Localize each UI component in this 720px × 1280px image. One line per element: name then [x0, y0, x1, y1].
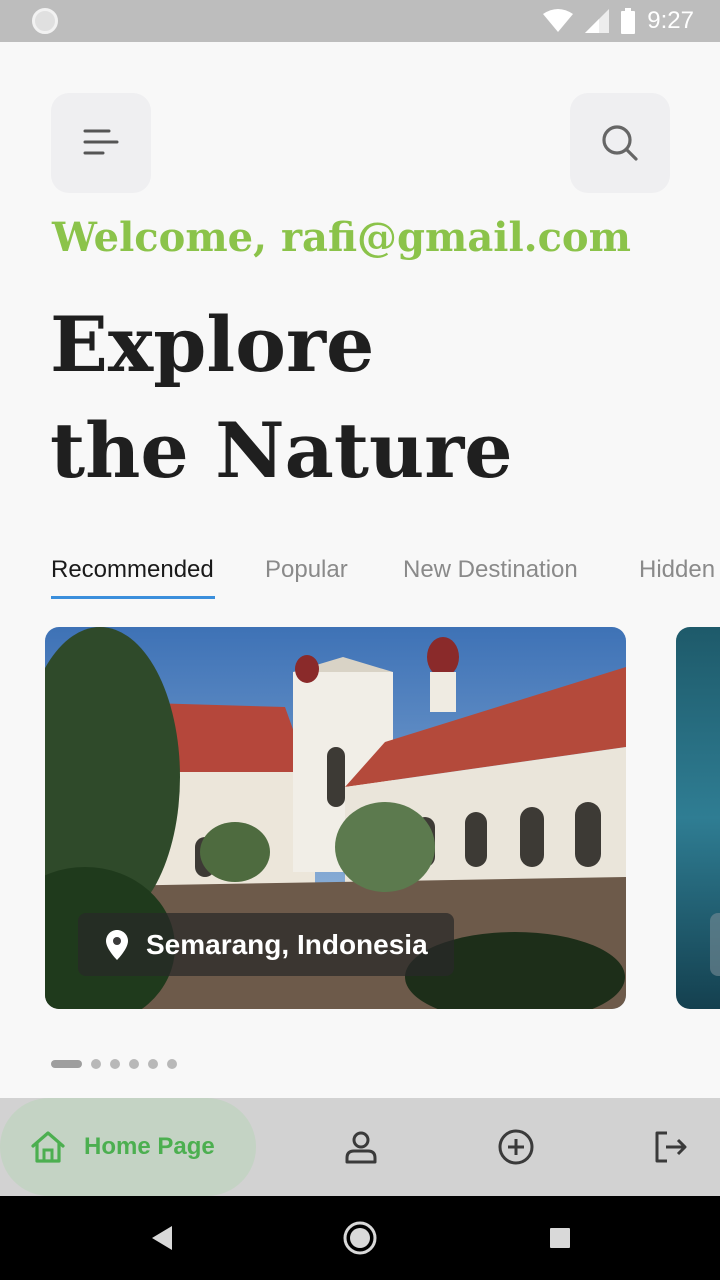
carousel-dot [129, 1059, 139, 1069]
location-badge: Semarang, Indonesia [78, 913, 454, 976]
search-button[interactable] [570, 93, 670, 193]
screen: 9:27 Welcome, rafi@gmail.com Explore the… [0, 0, 720, 1280]
carousel-dot [91, 1059, 101, 1069]
home-circle-icon [343, 1221, 377, 1255]
location-label: Semarang, Indonesia [146, 928, 428, 960]
carousel-indicator [51, 1059, 177, 1069]
system-navigation-bar [0, 1196, 720, 1280]
profile-icon [345, 1131, 377, 1164]
nav-profile-button[interactable] [341, 1127, 381, 1167]
recents-square-icon [550, 1228, 570, 1248]
tab-recommended[interactable]: Recommended [51, 556, 214, 584]
bottom-navigation: Home Page [0, 1098, 720, 1196]
status-bar: 9:27 [0, 0, 720, 42]
nav-add-button[interactable] [496, 1127, 536, 1167]
nav-home-button[interactable]: Home Page [0, 1098, 256, 1196]
notification-icon [32, 8, 58, 34]
carousel-dot [110, 1059, 120, 1069]
status-icons: 9:27 [543, 7, 694, 35]
home-system-button[interactable] [340, 1218, 380, 1258]
nav-logout-button[interactable] [651, 1127, 691, 1167]
destination-card-next[interactable] [676, 627, 720, 1009]
headline-line-2: the Nature [50, 406, 513, 495]
carousel-dot [167, 1059, 177, 1069]
tab-hidden[interactable]: Hidden [639, 556, 715, 584]
menu-icon [83, 129, 119, 155]
recents-button[interactable] [540, 1218, 580, 1258]
carousel-dot [148, 1059, 158, 1069]
tab-popular[interactable]: Popular [265, 556, 348, 584]
nav-home-label: Home Page [84, 1133, 215, 1160]
page-title: Explore the Nature [50, 292, 513, 504]
carousel-dot-active [51, 1060, 82, 1068]
welcome-text: Welcome, rafi@gmail.com [52, 214, 631, 261]
back-triangle-icon [152, 1226, 172, 1250]
clock: 9:27 [647, 7, 694, 34]
category-tabs: Recommended Popular New Destination Hidd… [51, 556, 720, 600]
menu-button[interactable] [51, 93, 151, 193]
wifi-icon [543, 9, 574, 32]
logout-icon [655, 1131, 687, 1163]
battery-icon [621, 8, 636, 34]
active-tab-indicator [51, 596, 215, 599]
destination-image-next [710, 913, 720, 976]
headline-line-1: Explore [50, 300, 375, 389]
signal-icon [585, 9, 610, 33]
tab-new-destination[interactable]: New Destination [403, 556, 578, 584]
search-icon [602, 125, 638, 161]
destination-card[interactable]: Semarang, Indonesia [45, 627, 626, 1009]
location-pin-icon [106, 929, 128, 960]
home-icon [31, 1131, 65, 1163]
add-circle-icon [498, 1129, 534, 1165]
back-button[interactable] [142, 1218, 182, 1258]
